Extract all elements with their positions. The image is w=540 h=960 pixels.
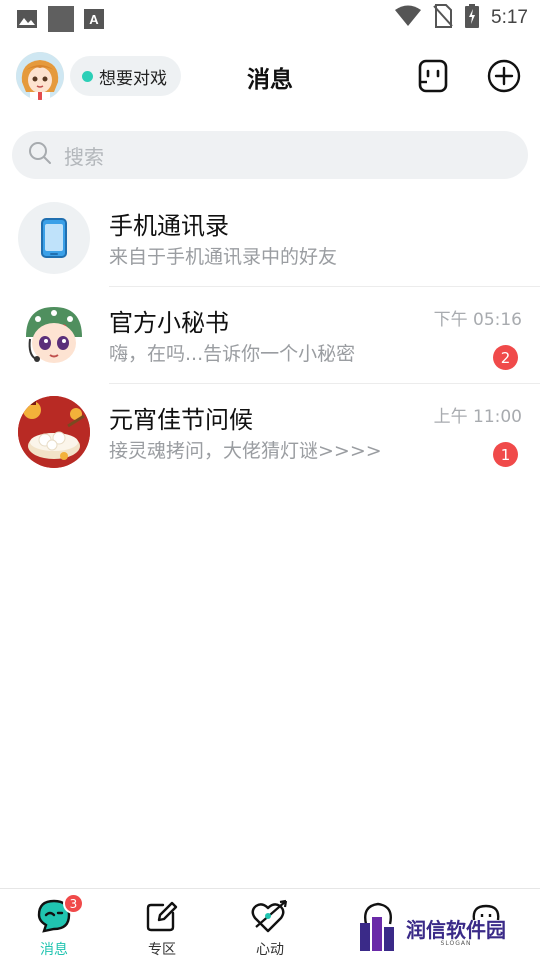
status-bar: A 5:17	[0, 0, 540, 36]
watermark-text: 润信软件园	[406, 917, 506, 942]
conversation-time: 上午 11:00	[433, 407, 522, 427]
phone-icon	[18, 202, 90, 274]
conversation-preview: 来自于手机通讯录中的好友	[109, 246, 338, 268]
user-avatar[interactable]	[16, 52, 64, 100]
tab-messages[interactable]: 3 消息	[19, 893, 89, 959]
nav-unread-badge: 3	[63, 893, 84, 914]
add-button[interactable]	[484, 56, 524, 96]
clock-time: 5:17	[491, 7, 528, 28]
wifi-icon	[395, 5, 422, 31]
unread-badge: 1	[493, 442, 518, 467]
font-icon: A	[84, 9, 104, 33]
tab-label: 心动	[256, 942, 284, 958]
robot-face-icon	[418, 59, 448, 93]
tab-heartbeat[interactable]: 心动	[235, 897, 305, 959]
conversation-name: 手机通讯录	[109, 212, 229, 240]
secretary-avatar	[18, 299, 90, 371]
conversation-preview: 嗨，在吗...告诉你一个小秘密	[109, 343, 356, 365]
heart-arrow-icon	[251, 899, 288, 933]
status-selector[interactable]: 想要对戏	[70, 56, 181, 96]
search-placeholder: 搜索	[64, 144, 104, 169]
conversation-name: 官方小秘书	[109, 309, 229, 337]
watermark-building-icon	[360, 917, 394, 951]
tab-label: 消息	[40, 942, 68, 958]
conversation-item-secretary[interactable]: 官方小秘书 嗨，在吗...告诉你一个小秘密 下午 05:16 2	[0, 287, 540, 384]
no-sim-icon	[433, 4, 453, 32]
search-input[interactable]: 搜索	[12, 131, 528, 179]
tab-label: 专区	[148, 942, 176, 958]
search-icon	[28, 141, 52, 169]
status-dot	[82, 70, 93, 82]
conversation-list: 手机通讯录 来自于手机通讯录中的好友 官方小秘书 嗨，在吗...告诉你一个小秘密…	[0, 190, 540, 481]
battery-charging-icon	[465, 4, 480, 32]
lantern-festival-avatar	[18, 396, 90, 468]
robot-face-button[interactable]	[413, 56, 453, 96]
tab-zone[interactable]: 专区	[127, 897, 197, 959]
conversation-item-lantern-festival[interactable]: 元宵佳节问候 接灵魂拷问，大佬猜灯谜>>>> 上午 11:00 1	[0, 384, 540, 481]
square-icon	[48, 6, 74, 36]
conversation-item-contacts[interactable]: 手机通讯录 来自于手机通讯录中的好友	[0, 190, 540, 287]
conversation-name: 元宵佳节问候	[109, 406, 253, 434]
watermark-logo: 润信软件园 SLOGAN	[360, 912, 530, 954]
add-circle-icon	[487, 59, 521, 93]
conversation-preview: 接灵魂拷问，大佬猜灯谜>>>>	[109, 440, 382, 462]
image-icon	[16, 9, 38, 33]
status-label: 想要对戏	[99, 68, 167, 89]
conversation-time: 下午 05:16	[433, 310, 522, 330]
header: 想要对戏 消息	[0, 48, 540, 104]
edit-icon	[146, 901, 178, 932]
svg-text:A: A	[89, 12, 99, 27]
unread-badge: 2	[493, 345, 518, 370]
